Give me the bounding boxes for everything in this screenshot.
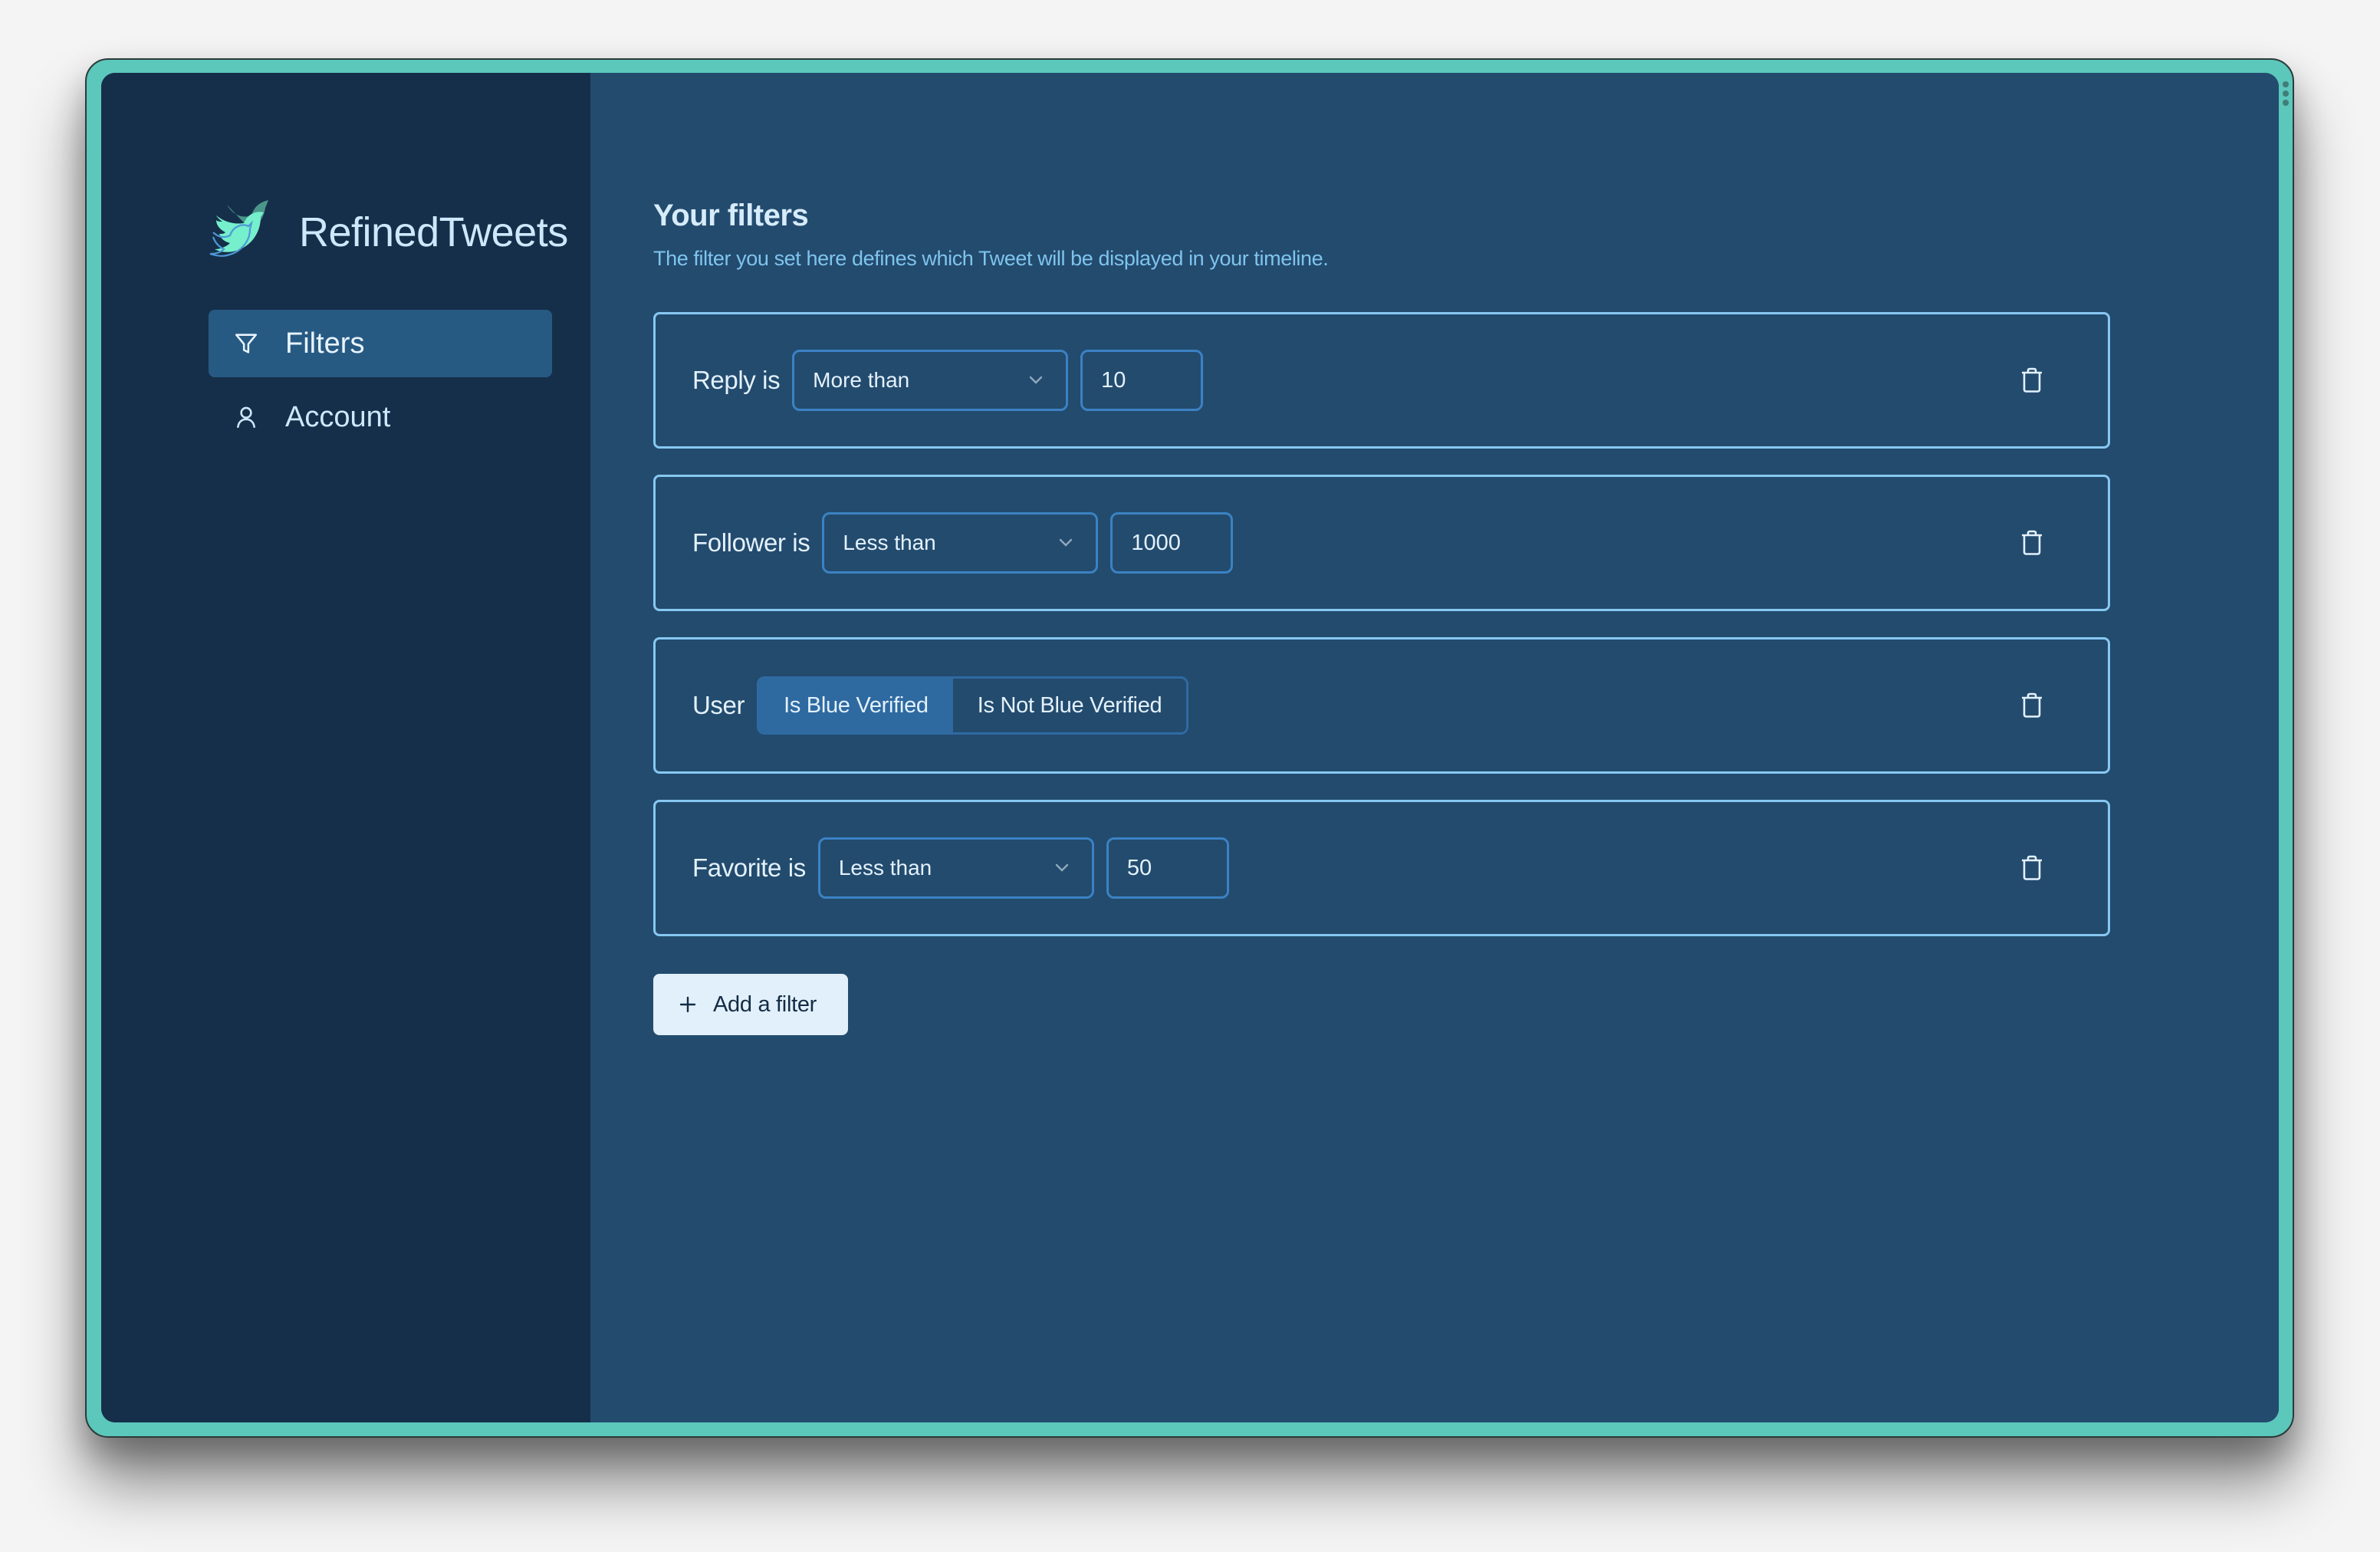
select-value: Less than (843, 531, 936, 554)
filter-label: Reply is (692, 366, 781, 394)
brand: RefinedTweets (207, 196, 568, 260)
filter-card-follower: Follower is Less than (653, 475, 2110, 611)
value-input[interactable] (1110, 512, 1234, 574)
user-icon (237, 406, 255, 429)
filter-list: Reply is More than Follower is Less than (653, 312, 2110, 962)
sidebar-item-account[interactable]: Account (209, 383, 552, 451)
handle-dot (2283, 90, 2289, 97)
chevron-down-icon (1055, 863, 1069, 872)
filter-icon (235, 334, 258, 353)
chevron-down-icon (1060, 538, 1073, 547)
filter-label: User (692, 691, 745, 719)
value-input[interactable] (1080, 350, 1204, 411)
window-handle[interactable] (2280, 81, 2291, 106)
value-input[interactable] (1106, 837, 1229, 899)
option-is-not-blue-verified[interactable]: Is Not Blue Verified (953, 679, 1187, 732)
filter-label: Favorite is (692, 853, 806, 882)
option-is-blue-verified[interactable]: Is Blue Verified (759, 679, 953, 732)
chevron-down-icon (1029, 376, 1043, 384)
select-value: Less than (838, 856, 932, 880)
twitter-bird-logo-icon (209, 200, 268, 257)
trash-icon[interactable] (2020, 530, 2043, 556)
handle-dot (2283, 81, 2289, 87)
plus-icon (679, 996, 696, 1013)
select-value: More than (813, 368, 910, 392)
page-subtitle: The filter you set here defines which Tw… (653, 247, 1329, 270)
verification-toggle: Is Blue Verified Is Not Blue Verified (757, 676, 1189, 735)
operator-select[interactable]: Less than (817, 837, 1094, 899)
handle-dot (2283, 100, 2289, 106)
filter-card-reply: Reply is More than (653, 312, 2110, 449)
operator-select[interactable]: More than (792, 350, 1069, 411)
app-window: RefinedTweets Filters Account Your filte… (101, 73, 2279, 1422)
trash-icon[interactable] (2020, 367, 2043, 393)
app-window-frame: RefinedTweets Filters Account Your filte… (85, 58, 2294, 1438)
sidebar: RefinedTweets Filters Account (101, 73, 590, 1422)
add-filter-button[interactable]: Add a filter (653, 974, 848, 1035)
sidebar-item-label: Account (285, 400, 391, 433)
main-content: Your filters The filter you set here def… (590, 73, 2279, 1422)
sidebar-item-label: Filters (285, 327, 365, 360)
filter-card-user: User Is Blue Verified Is Not Blue Verifi… (653, 637, 2110, 774)
add-filter-label: Add a filter (713, 991, 817, 1017)
page-title: Your filters (653, 199, 809, 232)
trash-icon[interactable] (2020, 855, 2043, 881)
operator-select[interactable]: Less than (822, 512, 1099, 574)
sidebar-nav: Filters Account (209, 310, 552, 457)
filter-label: Follower is (692, 528, 810, 557)
trash-icon[interactable] (2020, 692, 2043, 718)
filter-card-favorite: Favorite is Less than (653, 800, 2110, 936)
sidebar-item-filters[interactable]: Filters (209, 310, 552, 377)
app-name: RefinedTweets (299, 209, 568, 255)
